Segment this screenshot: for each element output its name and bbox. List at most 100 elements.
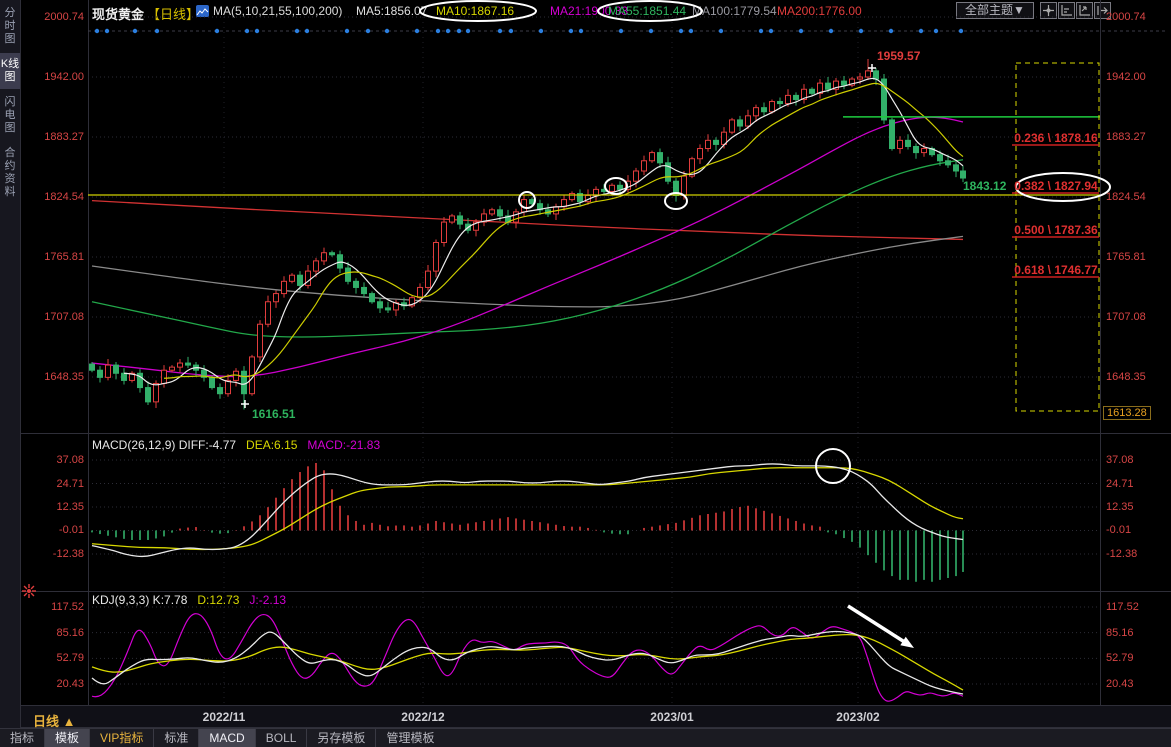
kdj-axis-label: 20.43 [56, 678, 84, 690]
signal-dot [254, 28, 260, 34]
down-arrow [847, 604, 907, 645]
macd-axis-label: 12.35 [1106, 501, 1134, 513]
tab-1[interactable]: 指标 [0, 729, 44, 747]
ma-line-MA100 [91, 235, 964, 308]
date-label: 2023/01 [650, 710, 694, 724]
signal-dot [958, 28, 964, 34]
sun-marker-icon [23, 585, 28, 590]
signal-dot [365, 28, 371, 34]
signal-dot [344, 28, 350, 34]
macd-head-seg-1: MACD(26,12,9) DIFF:-4.77 [92, 438, 237, 452]
price-axis-label: 1648.35 [44, 371, 84, 383]
signal-dot [678, 28, 684, 34]
signal-dot [497, 28, 503, 34]
signal-dot [414, 28, 420, 34]
macd-axis-label: -12.38 [52, 548, 84, 560]
last-price-annotation: 1843.12 [963, 179, 1007, 193]
ma-line-MA200 [91, 199, 964, 241]
signal-dot [578, 28, 584, 34]
fib-level-label: 0.382 \ 1827.94 [1014, 179, 1098, 193]
price-axis-label: 1883.27 [1106, 131, 1146, 143]
price-axis-label: 1707.08 [1106, 311, 1146, 323]
tab-6[interactable]: BOLL [254, 729, 307, 747]
tab-8[interactable]: 管理模板 [375, 729, 444, 747]
signal-dot [758, 28, 764, 34]
diff-line [91, 463, 964, 558]
signal-dot [104, 28, 110, 34]
price-axis-label: 1648.35 [1106, 371, 1146, 383]
price-axis-label: 1765.81 [1106, 251, 1146, 263]
hand-drawn-circle [597, 0, 703, 22]
kdj-axis-label: 117.52 [51, 601, 84, 613]
tab-2[interactable]: 模板 [44, 729, 90, 747]
signal-dot [244, 28, 250, 34]
signal-dot [648, 28, 654, 34]
signal-dot [214, 28, 220, 34]
k-line [91, 630, 964, 695]
signal-dot [508, 28, 514, 34]
date-label: 2022/12 [401, 710, 445, 724]
signal-dot [828, 28, 834, 34]
signal-dot [384, 28, 390, 34]
signal-dot [132, 28, 138, 34]
signal-dot [94, 28, 100, 34]
high-price-annotation: 1959.57 [877, 49, 921, 63]
macd-head-seg-3: MACD:-21.83 [307, 438, 381, 452]
price-axis-label: 2000.74 [44, 11, 84, 23]
kdj-axis-label: 20.43 [1106, 678, 1134, 690]
signal-dot [768, 28, 774, 34]
kdj-panel-header: KDJ(9,3,3) K:7.78 D:12.73 J:-2.13 [92, 593, 296, 607]
macd-axis-label: 37.08 [56, 454, 84, 466]
dea-line [91, 467, 964, 551]
kdj-axis-label: 85.16 [56, 626, 84, 639]
price-axis-label: 1765.81 [44, 251, 84, 263]
ma-line-MA55 [91, 159, 964, 338]
kdj-axis-label: 117.52 [1106, 601, 1139, 613]
ma-line-MA10 [163, 82, 964, 379]
j-line [91, 613, 964, 702]
tab-7[interactable]: 另存模板 [306, 729, 375, 747]
ma-line-MA5 [123, 77, 964, 386]
ma-line-MA21 [91, 116, 964, 378]
fib-level-label: 0.618 \ 1746.77 [1014, 263, 1098, 277]
sun-marker-icon [30, 585, 35, 590]
signal-dot [933, 28, 939, 34]
down-arrow-head [900, 636, 914, 648]
signal-dot [465, 28, 471, 34]
sun-marker-icon [23, 592, 28, 597]
macd-axis-label: -12.38 [1106, 548, 1138, 560]
fib-level-label: 0.236 \ 1878.16 [1014, 131, 1098, 145]
kdj-axis-label: 85.16 [1106, 626, 1134, 639]
tab-5[interactable]: MACD [198, 729, 255, 747]
date-label: 2023/02 [836, 710, 880, 724]
signal-dot [568, 28, 574, 34]
price-axis-label: 1883.27 [44, 131, 84, 143]
tab-4[interactable]: 标准 [153, 729, 198, 747]
signal-dot [294, 28, 300, 34]
kdj-head-seg-2: D:12.73 [197, 593, 240, 607]
price-axis-label: 1707.08 [44, 311, 84, 323]
signal-dot [798, 28, 804, 34]
macd-axis-label: -0.01 [58, 524, 84, 537]
kdj-axis-label: 52.79 [1106, 652, 1134, 665]
macd-axis-label: 37.08 [1106, 454, 1134, 466]
last-price-axis-label: 1613.28 [1103, 406, 1151, 420]
fib-level-label: 0.500 \ 1787.36 [1014, 223, 1098, 237]
macd-axis-label: -0.01 [1106, 524, 1132, 537]
macd-axis-label: 24.71 [1106, 477, 1134, 490]
macd-panel-header: MACD(26,12,9) DIFF:-4.77 DEA:6.15 MACD:-21… [92, 438, 390, 452]
kdj-head-seg-3: J:-2.13 [249, 593, 287, 607]
price-axis-label: 1942.00 [1106, 71, 1146, 83]
chart-canvas[interactable] [0, 0, 1171, 747]
price-axis-label: 1942.00 [44, 71, 84, 83]
signal-dot [718, 28, 724, 34]
signal-dot [154, 28, 160, 34]
trading-app: 分时图 K线图 闪电图 合约资料 现货黄金 【日线】 MA(5,10,21,55,10… [0, 0, 1171, 747]
low-price-annotation: 1616.51 [252, 407, 296, 421]
signal-dot [918, 28, 924, 34]
signal-dot [538, 28, 544, 34]
signal-dot [445, 28, 451, 34]
signal-dot [688, 28, 694, 34]
tab-3[interactable]: VIP指标 [89, 729, 153, 747]
date-label: 2022/11 [202, 710, 246, 724]
